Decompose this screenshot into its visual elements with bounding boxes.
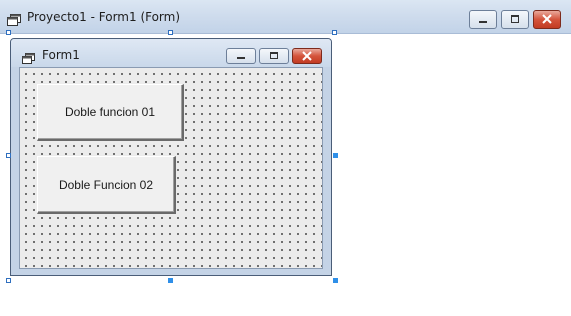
designer-window: Proyecto1 - Form1 (Form) Form1 Doble fun… [0, 0, 571, 316]
minimize-icon [237, 57, 245, 59]
close-icon [542, 14, 552, 24]
doble-funcion-02-button[interactable]: Doble Funcion 02 [37, 156, 176, 214]
form-close-button[interactable] [292, 48, 322, 64]
minimize-icon [479, 21, 487, 23]
resize-handle-bottom[interactable] [168, 278, 173, 283]
form-window-icon [22, 49, 35, 64]
designer-title: Proyecto1 - Form1 (Form) [27, 10, 181, 24]
form-window[interactable]: Form1 Doble funcion 01 Doble Funcion 02 [10, 38, 332, 276]
resize-handle-bottom-right[interactable] [333, 278, 338, 283]
form-design-surface[interactable]: Doble funcion 01 Doble Funcion 02 [19, 67, 323, 269]
restore-button[interactable] [501, 10, 529, 29]
resize-handle-top-right [332, 30, 337, 35]
doble-funcion-01-button[interactable]: Doble funcion 01 [37, 84, 184, 141]
form-minimize-button[interactable] [226, 48, 256, 64]
form-title-bar[interactable]: Form1 [11, 39, 331, 67]
resize-handle-left [6, 153, 11, 158]
minimize-button[interactable] [469, 10, 497, 29]
restore-icon [511, 15, 519, 23]
form-title: Form1 [42, 48, 80, 62]
resize-handle-bottom-left [6, 278, 11, 283]
resize-handle-top [168, 30, 173, 35]
close-icon [302, 51, 312, 61]
form-restore-button[interactable] [259, 48, 289, 64]
designer-title-bar[interactable]: Proyecto1 - Form1 (Form) [0, 0, 571, 34]
resize-handle-top-left [6, 30, 11, 35]
close-button[interactable] [533, 10, 561, 29]
form-window-icon [7, 11, 21, 26]
restore-icon [270, 52, 278, 59]
resize-handle-right[interactable] [333, 153, 338, 158]
